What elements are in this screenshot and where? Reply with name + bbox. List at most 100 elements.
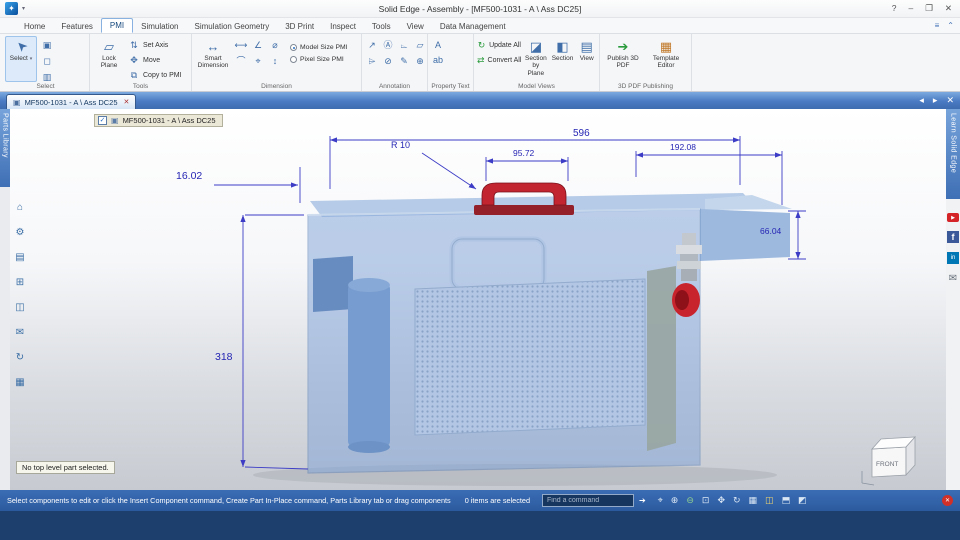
distance-between-icon[interactable]: ⟷ bbox=[234, 39, 248, 52]
tab-simulation-geometry[interactable]: Simulation Geometry bbox=[187, 20, 278, 33]
dimension-radius[interactable]: R 10 bbox=[391, 140, 410, 150]
tab-data-management[interactable]: Data Management bbox=[432, 20, 514, 33]
tank-front-wall[interactable] bbox=[308, 209, 700, 473]
center-mark-icon[interactable]: ⊕ bbox=[413, 55, 427, 68]
leader-icon[interactable]: ↗ bbox=[365, 39, 379, 52]
pixel-size-pmi-radio-circle[interactable] bbox=[290, 56, 297, 63]
tab-pmi[interactable]: PMI bbox=[101, 18, 133, 33]
youtube-icon[interactable]: ▶ bbox=[947, 213, 959, 222]
set-axis-button[interactable]: ⇅ Set Axis bbox=[128, 39, 182, 52]
zoom-select-icon[interactable]: ⌖ bbox=[658, 495, 663, 506]
close-button[interactable]: ✕ bbox=[945, 3, 952, 14]
app-logo-icon[interactable]: ✦ bbox=[5, 2, 18, 15]
tab-view[interactable]: View bbox=[399, 20, 432, 33]
document-tab[interactable]: ▣ MF500-1031 - A \ Ass DC25 ✕ bbox=[6, 94, 136, 109]
text-profile-icon[interactable]: ab bbox=[431, 54, 445, 67]
alerts-icon[interactable]: ✕ bbox=[942, 495, 953, 506]
select-options-icon[interactable]: ▣ bbox=[40, 39, 54, 52]
find-go-icon[interactable]: ➔ bbox=[639, 496, 646, 505]
publish-3d-pdf-button[interactable]: ➔ Publish 3D PDF bbox=[603, 36, 643, 82]
edgebar-icon-4[interactable]: ⊞ bbox=[12, 276, 28, 290]
tab-features[interactable]: Features bbox=[53, 20, 101, 33]
pan-icon[interactable]: ✥ bbox=[717, 495, 725, 506]
arc-dimension-icon[interactable]: ⌒ bbox=[234, 55, 248, 68]
document-tab-close-icon[interactable]: ✕ bbox=[124, 98, 130, 106]
dimension-height[interactable]: 318 bbox=[215, 351, 233, 363]
shaded-view-icon[interactable]: ▦ bbox=[749, 495, 758, 506]
rotate-view-icon[interactable]: ↻ bbox=[733, 495, 741, 506]
update-all-button[interactable]: ↻ Update All bbox=[477, 39, 521, 52]
view-styles-icon[interactable]: ◫ bbox=[765, 495, 774, 506]
facebook-icon[interactable]: f bbox=[947, 231, 959, 243]
template-editor-button[interactable]: ▦ Template Editor bbox=[646, 36, 686, 82]
angle-between-icon[interactable]: ∠ bbox=[251, 39, 265, 52]
color-options-icon[interactable]: ◩ bbox=[798, 495, 807, 506]
section-by-plane-button[interactable]: ◪ Section by Plane bbox=[524, 36, 548, 82]
tab-home[interactable]: Home bbox=[16, 20, 53, 33]
parts-library-tab[interactable]: Parts Library bbox=[0, 109, 10, 187]
select-button[interactable]: ➤ Select ▾ bbox=[5, 36, 37, 82]
tab-simulation[interactable]: Simulation bbox=[133, 20, 186, 33]
convert-all-button[interactable]: ⇄ Convert All bbox=[477, 54, 521, 67]
zoom-area-icon[interactable]: ⊡ bbox=[702, 495, 710, 506]
email-icon[interactable]: ✉ bbox=[949, 273, 957, 284]
close-document-icon[interactable]: ✕ bbox=[946, 95, 954, 106]
model-size-pmi-radio-circle[interactable] bbox=[290, 44, 297, 51]
3d-model-canvas[interactable]: 596 R 10 95.72 192.08 16.02 66.04 318 FR… bbox=[10, 109, 946, 490]
lock-plane-button[interactable]: ▱ Lock Plane bbox=[93, 36, 125, 82]
minimize-button[interactable]: – bbox=[909, 3, 914, 14]
view-cube-front-label[interactable]: FRONT bbox=[876, 461, 898, 468]
move-button[interactable]: ✥ Move bbox=[128, 54, 182, 67]
dimension-width[interactable]: 596 bbox=[573, 128, 590, 139]
feature-control-frame-icon[interactable]: ⊘ bbox=[381, 55, 395, 68]
dimension-top-left[interactable]: 16.02 bbox=[176, 170, 202, 182]
model-size-pmi-radio[interactable]: Model Size PMI bbox=[290, 44, 348, 51]
previous-document-icon[interactable]: ◂ bbox=[919, 95, 924, 106]
ribbon-display-options-icon[interactable]: ≡ bbox=[935, 21, 940, 30]
edgebar-icon-3[interactable]: ▤ bbox=[12, 251, 28, 265]
next-document-icon[interactable]: ▸ bbox=[933, 95, 938, 106]
diameter-icon[interactable]: ⌀ bbox=[268, 39, 282, 52]
collapse-ribbon-icon[interactable]: ⌃ bbox=[947, 21, 954, 30]
tab-inspect[interactable]: Inspect bbox=[322, 20, 364, 33]
edgebar-icon-1[interactable]: ⌂ bbox=[12, 201, 28, 215]
learn-solid-edge-tab[interactable]: Learn Solid Edge bbox=[946, 109, 960, 199]
edgebar-icon-8[interactable]: ▦ bbox=[12, 376, 28, 390]
find-command-input[interactable] bbox=[542, 494, 634, 507]
window-split-icon[interactable]: ⬒ bbox=[782, 495, 791, 506]
copy-to-pmi-button[interactable]: ⧉ Copy to PMI bbox=[128, 69, 182, 82]
edgebar-icon-2[interactable]: ⚙ bbox=[12, 226, 28, 240]
view-button[interactable]: ▤ View bbox=[577, 36, 596, 82]
linkedin-icon[interactable]: in bbox=[947, 252, 959, 264]
pixel-size-pmi-radio[interactable]: Pixel Size PMI bbox=[290, 56, 348, 63]
edgebar-icon-5[interactable]: ◫ bbox=[12, 301, 28, 315]
datum-icon[interactable]: ✎ bbox=[397, 55, 411, 68]
zoom-in-icon[interactable]: ⊕ bbox=[671, 495, 679, 506]
smart-dimension-button[interactable]: ↔ Smart Dimension bbox=[195, 36, 231, 82]
weld-symbol-icon[interactable]: ▱ bbox=[413, 39, 427, 52]
property-text-icon[interactable]: A bbox=[431, 39, 445, 52]
coordinate-dimension-icon[interactable]: ⌖ bbox=[251, 55, 265, 68]
edgebar-icon-6[interactable]: ✉ bbox=[12, 326, 28, 340]
help-button[interactable]: ? bbox=[892, 3, 897, 14]
pathfinder-root-item[interactable]: ✓ ▣ MF500-1031 - A \ Ass DC25 bbox=[94, 114, 223, 127]
dimension-right-height[interactable]: 66.04 bbox=[760, 226, 782, 236]
dimension-handle-width[interactable]: 95.72 bbox=[513, 148, 535, 158]
edgebar-icon-7[interactable]: ↻ bbox=[12, 351, 28, 365]
dimension-right-width[interactable]: 192.08 bbox=[670, 142, 696, 152]
tank-assembly[interactable] bbox=[308, 183, 792, 473]
surface-finish-icon[interactable]: ⌳ bbox=[397, 39, 411, 52]
tab-3d-print[interactable]: 3D Print bbox=[277, 20, 322, 33]
select-visible-icon[interactable]: ◻ bbox=[40, 55, 54, 68]
section-button[interactable]: ◧ Section bbox=[551, 36, 575, 82]
quick-access-caret-icon[interactable]: ▾ bbox=[22, 5, 25, 12]
balloon-icon[interactable]: Ⓐ bbox=[381, 39, 395, 52]
edge-condition-icon[interactable]: ⌲ bbox=[365, 55, 379, 68]
graphics-viewport[interactable]: 596 R 10 95.72 192.08 16.02 66.04 318 FR… bbox=[10, 109, 946, 490]
pathfinder-checkbox[interactable]: ✓ bbox=[98, 116, 107, 125]
tab-tools[interactable]: Tools bbox=[364, 20, 399, 33]
zoom-out-icon[interactable]: ⊖ bbox=[686, 495, 694, 506]
maximize-button[interactable]: ❐ bbox=[925, 3, 933, 14]
inlet-cap[interactable] bbox=[672, 283, 700, 317]
symmetric-diameter-icon[interactable]: ↕ bbox=[268, 55, 282, 68]
